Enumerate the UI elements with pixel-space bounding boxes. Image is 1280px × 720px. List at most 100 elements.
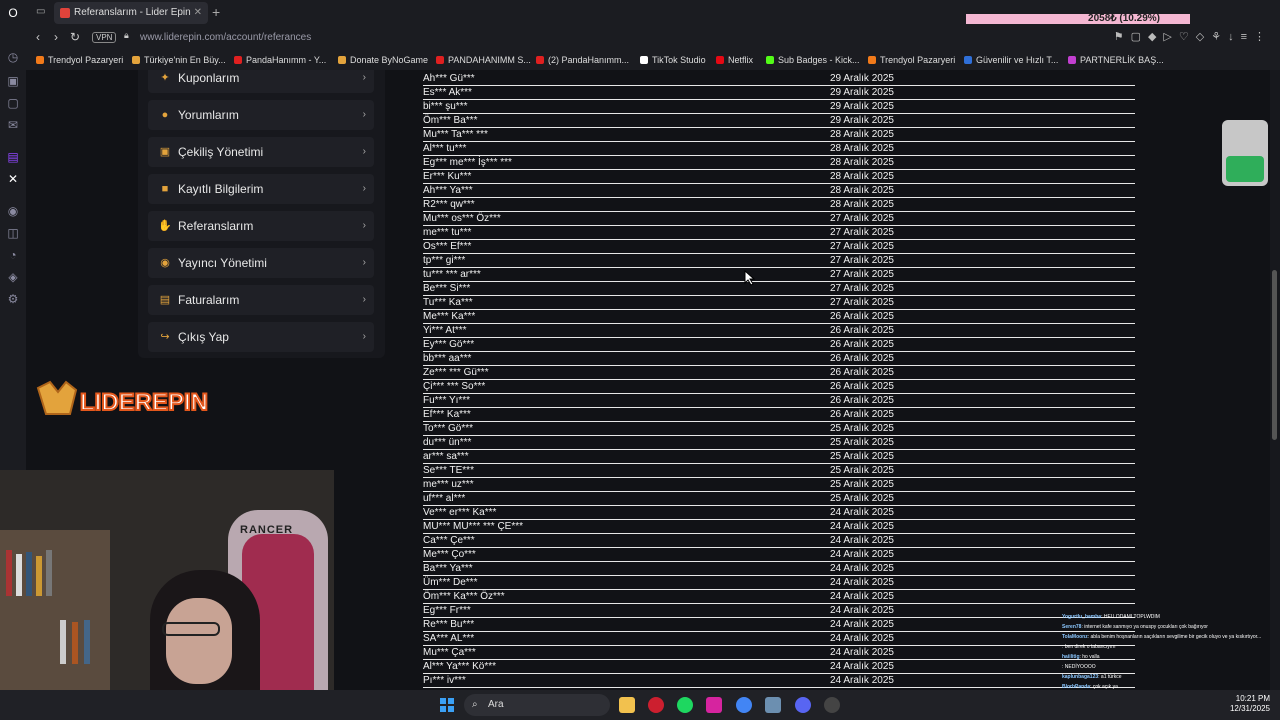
menu-item-kuponlarim[interactable]: ✦ Kuponlarım › bbox=[148, 70, 374, 93]
bookmark-item[interactable]: Güvenilir ve Hızlı T... bbox=[964, 55, 1058, 65]
tab-active[interactable]: Referanslarım - Lider Epin ✕ bbox=[54, 2, 208, 24]
reference-name: Es*** Ak*** bbox=[423, 87, 472, 98]
table-row: Öm*** Ka*** Öz*** 24 Aralık 2025 bbox=[423, 590, 1135, 604]
menu-item-cikis-yap[interactable]: ↪ Çıkış Yap › bbox=[148, 322, 374, 352]
bookmark-item[interactable]: (2) PandaHanımm... bbox=[536, 55, 629, 65]
reference-date: 29 Aralık 2025 bbox=[830, 87, 894, 98]
file-explorer-icon[interactable] bbox=[619, 697, 635, 713]
bookmark-item[interactable]: TikTok Studio bbox=[640, 55, 706, 65]
reference-name: bb*** aa*** bbox=[423, 353, 472, 364]
chat-text: HEU ODAMI TOPLWDIM bbox=[1103, 614, 1160, 620]
reference-name: Öm*** Ba*** bbox=[423, 115, 478, 126]
reference-name: Ca*** Çe*** bbox=[423, 535, 475, 546]
menu-item-faturalarim[interactable]: ▤ Faturalarım › bbox=[148, 285, 374, 315]
menu-item-kayitli-bilgilerim[interactable]: ■ Kayıtlı Bilgilerim › bbox=[148, 174, 374, 204]
reference-name: Mu*** Ça*** bbox=[423, 647, 476, 658]
table-row: Fu*** Yı*** 26 Aralık 2025 bbox=[423, 394, 1135, 408]
bookmark-item[interactable]: Donate ByNoGame bbox=[338, 55, 428, 65]
extensions-icon[interactable]: ◈ bbox=[6, 270, 20, 284]
menu-item-referanslarim[interactable]: ✋ Referanslarım › bbox=[148, 211, 374, 241]
reference-date: 29 Aralık 2025 bbox=[830, 101, 894, 112]
clock-icon[interactable]: ◔ bbox=[6, 248, 20, 262]
reference-name: uf*** al*** bbox=[423, 493, 466, 504]
spotify-icon[interactable] bbox=[677, 697, 693, 713]
close-tab-icon[interactable]: ✕ bbox=[194, 2, 202, 24]
scrollbar-thumb[interactable] bbox=[1272, 270, 1277, 440]
bookmark-item[interactable]: Netflix bbox=[716, 55, 753, 65]
scrollbar[interactable] bbox=[1270, 70, 1280, 690]
history-icon[interactable]: ◷ bbox=[6, 50, 20, 64]
reload-icon[interactable]: ↻ bbox=[70, 30, 80, 44]
lock-icon[interactable]: 🔒︎ bbox=[124, 30, 129, 41]
reference-name: To*** Gö*** bbox=[423, 423, 474, 434]
reference-name: MU*** MU*** *** ÇE*** bbox=[423, 521, 524, 532]
reference-date: 24 Aralık 2025 bbox=[830, 591, 894, 602]
table-row: Eg*** me*** İş*** *** 28 Aralık 2025 bbox=[423, 156, 1135, 170]
menu-item-yayinci-yonetimi[interactable]: ◉ Yayıncı Yönetimi › bbox=[148, 248, 374, 278]
bookmark-item[interactable]: Trendyol Pazaryeri bbox=[36, 55, 123, 65]
bag-icon[interactable]: ▣ bbox=[6, 74, 20, 88]
menu-item-yorumlarim[interactable]: ● Yorumlarım › bbox=[148, 100, 374, 130]
tip-jar-widget bbox=[1222, 120, 1268, 186]
webcam-feed: RANCER bbox=[0, 470, 334, 720]
forward-icon[interactable]: › bbox=[54, 30, 58, 44]
instagram-icon[interactable] bbox=[706, 697, 722, 713]
opera-logo-icon[interactable]: O bbox=[6, 6, 20, 20]
tab-menu-icon[interactable]: ▭ bbox=[36, 6, 45, 17]
menu-item-label: Faturalarım bbox=[178, 293, 240, 307]
reference-name: Mu*** os*** Öz*** bbox=[423, 213, 501, 224]
messenger-icon[interactable]: ▢ bbox=[6, 96, 20, 110]
taskbar-clock[interactable]: 10:21 PM 12/31/2025 bbox=[1222, 694, 1270, 714]
goal-progress-text: 2058₺ (10.29%) bbox=[1088, 13, 1160, 24]
toolbar-icons[interactable]: ⚑▢◆▷♡◇⚘↓≡⋮ bbox=[1114, 30, 1272, 43]
goal-progress-bar: 2058₺ (10.29%) bbox=[966, 14, 1190, 24]
reference-name: Fu*** Yı*** bbox=[423, 395, 471, 406]
mail-icon[interactable]: ✉ bbox=[6, 118, 20, 132]
bookmark-item[interactable]: Sub Badges - Kick... bbox=[766, 55, 860, 65]
table-row: Me*** Ço*** 24 Aralık 2025 bbox=[423, 548, 1135, 562]
discord-icon[interactable] bbox=[795, 697, 811, 713]
bookmark-item[interactable]: PandaHanımm - Y... bbox=[234, 55, 326, 65]
menu-item-cekilis[interactable]: ▣ Çekiliş Yönetimi › bbox=[148, 137, 374, 167]
app-icon[interactable] bbox=[765, 697, 781, 713]
reference-date: 26 Aralık 2025 bbox=[830, 339, 894, 350]
bookmark-item[interactable]: Türkiye'nin En Büy... bbox=[132, 55, 226, 65]
reference-date: 26 Aralık 2025 bbox=[830, 325, 894, 336]
back-icon[interactable]: ‹ bbox=[36, 30, 40, 44]
settings-icon[interactable]: ⚙ bbox=[6, 292, 20, 306]
table-row: Yi*** At*** 26 Aralık 2025 bbox=[423, 324, 1135, 338]
menu-item-label: Kuponlarım bbox=[178, 71, 240, 85]
chrome-icon[interactable] bbox=[736, 697, 752, 713]
reference-date: 27 Aralık 2025 bbox=[830, 213, 894, 224]
new-tab-button[interactable]: + bbox=[212, 4, 220, 20]
menu-item-label: Çekiliş Yönetimi bbox=[178, 145, 264, 159]
url-field[interactable]: www.liderepin.com/account/referances bbox=[140, 32, 311, 43]
reference-date: 25 Aralık 2025 bbox=[830, 451, 894, 462]
windows-start-icon[interactable] bbox=[440, 698, 454, 712]
player-icon[interactable]: ◉ bbox=[6, 204, 20, 218]
reference-name: Ze*** *** Gü*** bbox=[423, 367, 489, 378]
reference-name: Se*** TE*** bbox=[423, 465, 474, 476]
reference-date: 24 Aralık 2025 bbox=[830, 521, 894, 532]
twitch-icon[interactable]: ▤ bbox=[6, 150, 20, 164]
reference-date: 26 Aralık 2025 bbox=[830, 353, 894, 364]
chat-username: haiilitig bbox=[1062, 654, 1080, 660]
opera-icon[interactable] bbox=[648, 697, 664, 713]
tab-title: Referanslarım - Lider Epin bbox=[74, 7, 191, 18]
reference-name: Ah*** Ya*** bbox=[423, 185, 473, 196]
bookmark-item[interactable]: PARTNERLİK BAŞ... bbox=[1068, 55, 1164, 65]
chat-message: kaplunbaga123: a1 türkce bbox=[1062, 674, 1122, 680]
bookmark-icon[interactable]: ◫ bbox=[6, 226, 20, 240]
vpn-badge[interactable]: VPN bbox=[92, 32, 117, 43]
search-icon: ⌕ bbox=[472, 699, 478, 710]
steam-icon[interactable] bbox=[824, 697, 840, 713]
taskbar bbox=[0, 690, 1280, 720]
reference-name: du*** ün*** bbox=[423, 437, 472, 448]
bookmark-item[interactable]: PANDAHANIMM S... bbox=[436, 55, 531, 65]
table-row: Be*** Si*** 27 Aralık 2025 bbox=[423, 282, 1135, 296]
x-icon[interactable]: ✕ bbox=[6, 172, 20, 186]
bookmark-item[interactable]: Trendyol Pazaryeri bbox=[868, 55, 955, 65]
taskbar-search[interactable]: ⌕ Ara bbox=[464, 694, 610, 716]
reference-date: 24 Aralık 2025 bbox=[830, 605, 894, 616]
chat-text: a1 türkce bbox=[1100, 674, 1122, 680]
